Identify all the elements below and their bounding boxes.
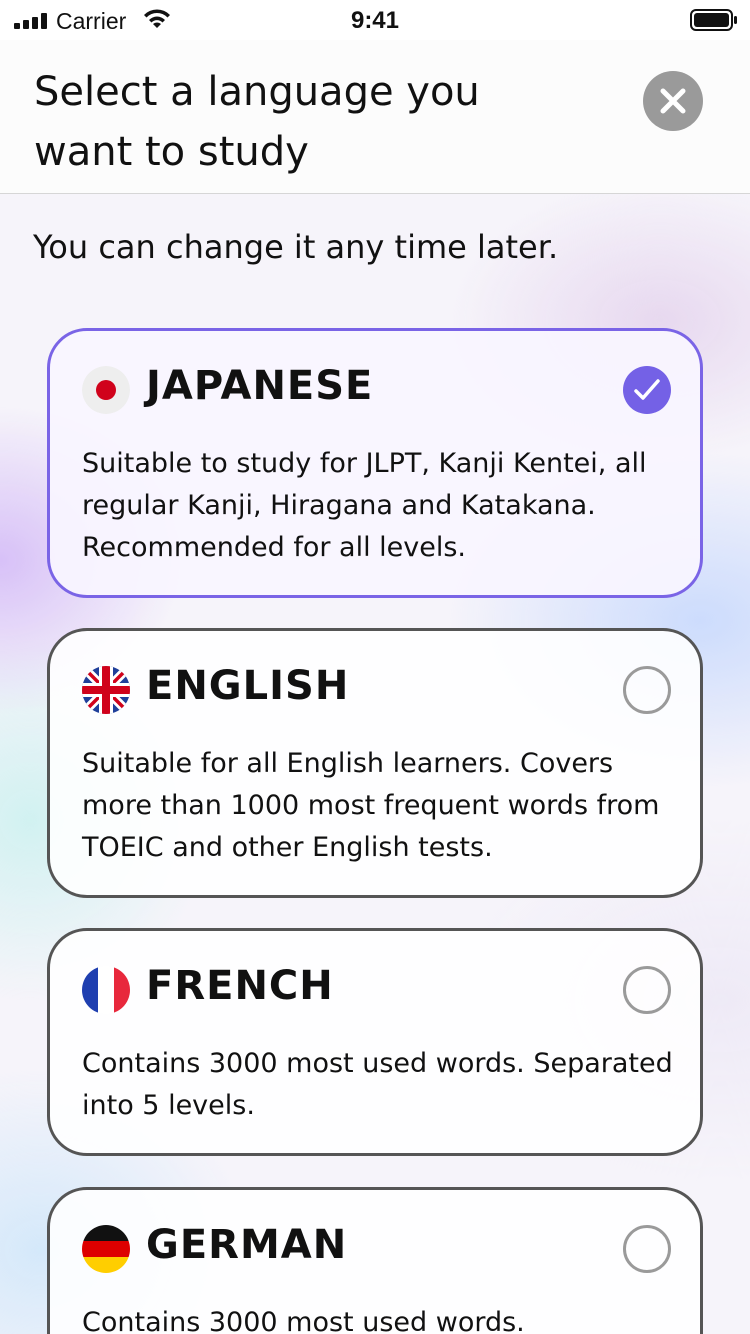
language-name: GERMAN [146,1222,348,1268]
page-title: Select a language you want to study [34,62,574,182]
uk-flag-icon [82,666,130,714]
page-title-line-2: want to study [34,129,309,175]
battery-icon [690,9,737,31]
status-bar: Carrier 9:41 [0,0,750,40]
language-card-japanese[interactable]: JAPANESE Suitable to study for JLPT, Kan… [47,328,703,598]
language-name: JAPANESE [146,363,374,409]
language-card-english[interactable]: ENGLISH Suitable for all English learner… [47,628,703,898]
header: Select a language you want to study [0,40,750,194]
radio-icon[interactable] [623,1225,671,1273]
close-icon [660,88,686,114]
france-flag-icon [82,966,130,1014]
language-description: Contains 3000 most used words. [82,1307,525,1334]
language-description: Contains 3000 most used words. Separated… [82,1048,673,1121]
page-title-line-1: Select a language you [34,69,480,115]
radio-icon[interactable] [623,966,671,1014]
status-time: 9:41 [350,7,400,34]
language-card-french[interactable]: FRENCH Contains 3000 most used words. Se… [47,928,703,1156]
subtitle: You can change it any time later. [33,228,559,266]
checked-icon[interactable] [623,366,671,414]
language-name: ENGLISH [146,663,350,709]
language-card-german[interactable]: GERMAN Contains 3000 most used words. [47,1187,703,1334]
germany-flag-icon [82,1225,130,1273]
close-button[interactable] [643,71,703,131]
radio-icon[interactable] [623,666,671,714]
language-name: FRENCH [146,963,334,1009]
japan-flag-icon [82,366,130,414]
language-description: Suitable to study for JLPT, Kanji Kentei… [82,448,647,563]
language-description: Suitable for all English learners. Cover… [82,748,660,863]
